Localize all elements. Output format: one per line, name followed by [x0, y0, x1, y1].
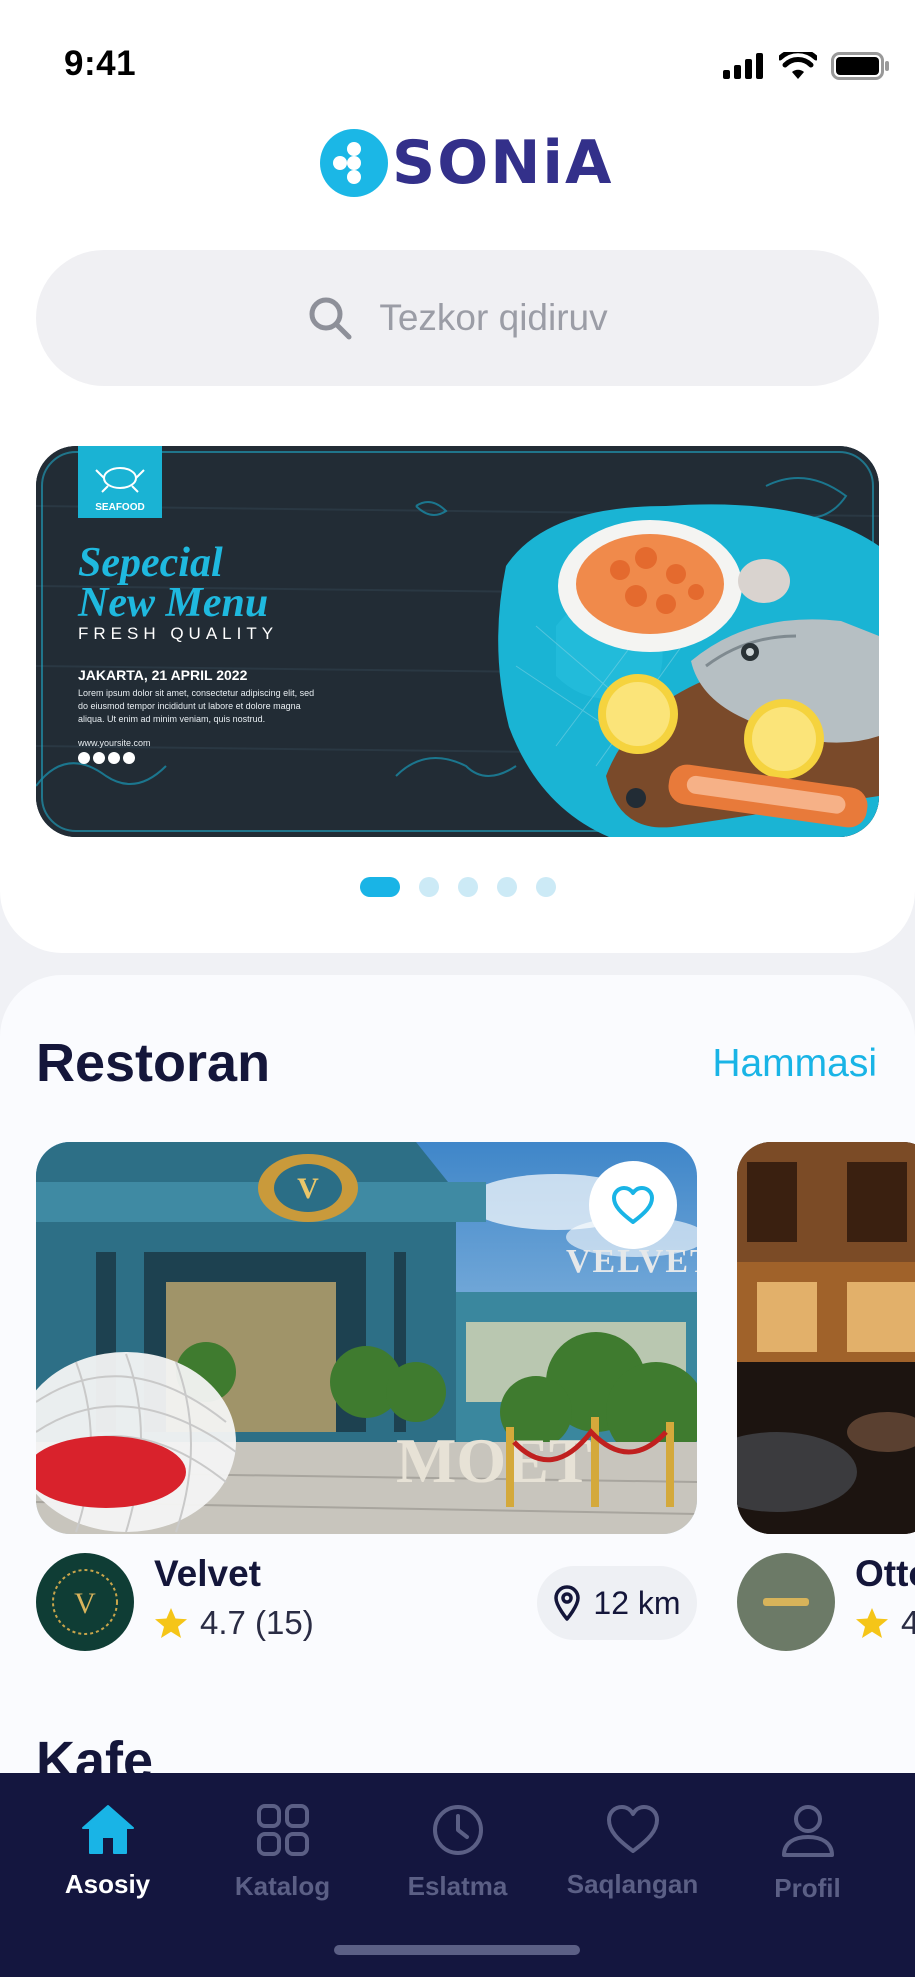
restaurant-avatar: V: [36, 1553, 134, 1651]
section-title-restoran: Restoran: [36, 1033, 271, 1093]
banner-body-1: Lorem ipsum dolor sit amet, consectetur …: [78, 688, 314, 698]
user-icon: [781, 1805, 834, 1857]
logo-mark-icon: [320, 129, 388, 197]
rating-value: 4.7 (15): [200, 1604, 314, 1641]
signal-icon: [723, 53, 763, 79]
otto-photo: [737, 1142, 915, 1534]
distance-value: 12 km: [593, 1584, 681, 1621]
heart-icon: [612, 1186, 654, 1224]
banner-site: www.yoursite.com: [77, 738, 151, 748]
grid-icon: [256, 1804, 309, 1856]
clock-icon: [432, 1805, 483, 1855]
banner-tagline: FRESH QUALITY: [78, 624, 278, 643]
svg-text:V: V: [74, 1587, 96, 1620]
search-icon: [309, 297, 352, 340]
banner-artwork: SEAFOOD Sepecial New Menu FRESH QUALITY …: [36, 446, 879, 837]
location-pin-icon: [554, 1585, 581, 1621]
search-placeholder: Tezkor qidiruv: [379, 297, 608, 338]
search-input[interactable]: Tezkor qidiruv: [36, 250, 879, 386]
home-indicator: [334, 1945, 580, 1955]
banner-date: JAKARTA, 21 APRIL 2022: [78, 667, 248, 683]
tab-label: Saqlangan: [566, 1869, 699, 1899]
status-icons: [723, 52, 889, 80]
status-time: 9:41: [64, 44, 137, 83]
pagination-dot-active[interactable]: [359, 877, 400, 897]
banner-body-3: aliqua. Ut enim ad minim veniam, quis no…: [78, 714, 265, 724]
rating-value: 4: [901, 1604, 915, 1641]
heart-icon: [606, 1805, 659, 1853]
restaurant-card-image[interactable]: [737, 1142, 915, 1534]
tab-asosiy[interactable]: Asosiy: [23, 1773, 193, 1977]
tab-profil[interactable]: Profil: [723, 1773, 893, 1977]
logo-text: SONiA: [392, 128, 614, 198]
banner-body-2: do eiusmod tempor incididunt ut labore e…: [78, 701, 301, 711]
banner-badge: SEAFOOD: [95, 502, 144, 513]
tab-label: Profil: [774, 1873, 841, 1903]
app-logo: SONiA: [320, 128, 613, 198]
promo-banner[interactable]: SEAFOOD Sepecial New Menu FRESH QUALITY …: [36, 446, 879, 837]
distance-badge: 12 km: [537, 1566, 697, 1640]
status-bar: 9:41: [0, 0, 915, 130]
moet-statue-text: MOET: [396, 1425, 592, 1496]
favorite-button[interactable]: [589, 1161, 677, 1249]
restaurant-name[interactable]: Velvet: [154, 1553, 261, 1595]
pagination-dot[interactable]: [418, 877, 439, 897]
pagination-dot[interactable]: [457, 877, 478, 897]
battery-icon: [831, 52, 889, 80]
tab-label: Eslatma: [407, 1871, 508, 1901]
tab-label: Katalog: [234, 1871, 331, 1901]
restaurant-name[interactable]: Otto: [855, 1553, 915, 1595]
wifi-icon: [779, 52, 817, 79]
banner-headline-2: New Menu: [77, 580, 268, 626]
star-icon: [856, 1608, 888, 1638]
see-all-link[interactable]: Hammasi: [712, 1042, 877, 1086]
svg-text:V: V: [297, 1172, 319, 1205]
pagination-dot[interactable]: [496, 877, 517, 897]
banner-pagination: [0, 877, 915, 897]
home-icon: [81, 1805, 134, 1854]
star-icon: [155, 1608, 187, 1638]
pagination-dot[interactable]: [535, 877, 556, 897]
restaurant-rating: 4: [855, 1604, 915, 1642]
restaurant-avatar: [737, 1553, 835, 1651]
tab-label: Asosiy: [64, 1869, 151, 1899]
restaurant-rating: 4.7 (15): [154, 1604, 314, 1642]
